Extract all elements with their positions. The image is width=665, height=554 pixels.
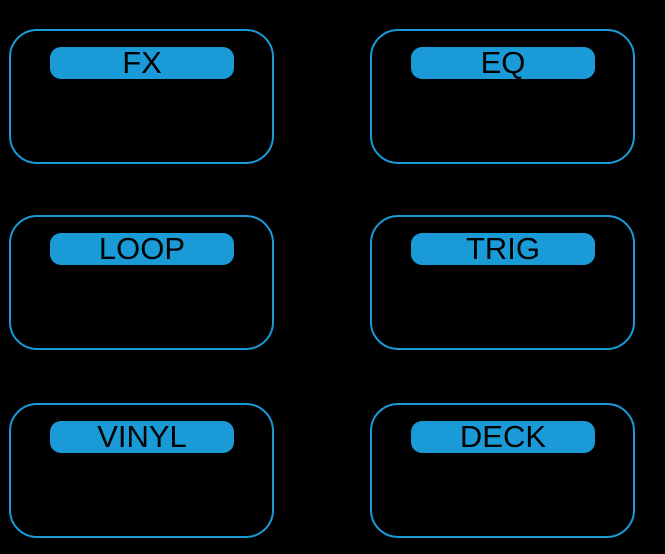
fx-mode-label: FX: [50, 47, 234, 79]
loop-mode-label: LOOP: [50, 233, 234, 265]
vinyl-mode-label: VINYL: [50, 421, 234, 453]
eq-mode-label: EQ: [411, 47, 595, 79]
deck-mode-label: DECK: [411, 421, 595, 453]
loop-mode-pad[interactable]: LOOP: [9, 215, 274, 350]
fx-mode-pad[interactable]: FX: [9, 29, 274, 164]
vinyl-mode-pad[interactable]: VINYL: [9, 403, 274, 538]
mode-pad-grid: FX EQ LOOP TRIG VINYL DECK: [0, 0, 665, 554]
eq-mode-pad[interactable]: EQ: [370, 29, 635, 164]
trig-mode-label: TRIG: [411, 233, 595, 265]
deck-mode-pad[interactable]: DECK: [370, 403, 635, 538]
trig-mode-pad[interactable]: TRIG: [370, 215, 635, 350]
